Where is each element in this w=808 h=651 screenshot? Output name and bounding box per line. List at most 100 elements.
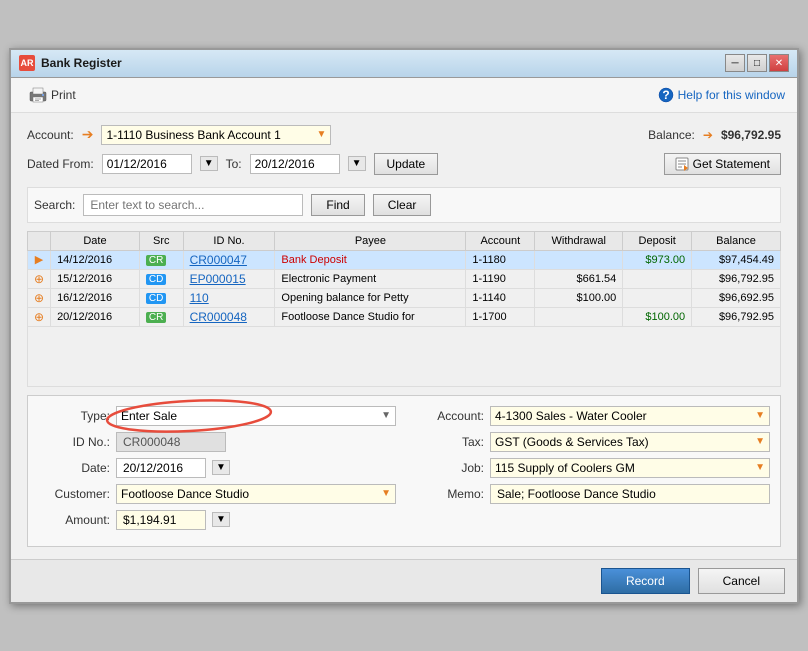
main-content: Account: ➔ 1-1110 Business Bank Account …: [11, 113, 797, 559]
record-button[interactable]: Record: [601, 568, 690, 594]
date-to-input[interactable]: [250, 154, 340, 174]
col-header-arrow: [28, 231, 51, 250]
print-icon: [29, 87, 47, 103]
type-label: Type:: [38, 409, 110, 423]
row-payee: Electronic Payment: [275, 269, 466, 288]
get-statement-button[interactable]: Get Statement: [664, 153, 781, 175]
table-row[interactable]: ⊕ 20/12/2016 CR CR000048 Footloose Dance…: [28, 307, 781, 326]
form-date-picker[interactable]: ▼: [212, 460, 230, 475]
type-value: Enter Sale: [121, 409, 381, 423]
account-select[interactable]: 1-1110 Business Bank Account 1 ▼: [101, 125, 331, 145]
id-label: ID No.:: [38, 435, 110, 449]
row-id: CR000047: [183, 250, 275, 269]
job-select[interactable]: 115 Supply of Coolers GM ▼: [490, 458, 770, 478]
row-payee: Bank Deposit: [275, 250, 466, 269]
row-arrow: ⊕: [28, 288, 51, 307]
row-balance: $97,454.49: [692, 250, 781, 269]
row-withdrawal: [535, 250, 623, 269]
row-date: 14/12/2016: [51, 250, 140, 269]
type-select[interactable]: Enter Sale ▼: [116, 406, 396, 426]
row-src: CR: [139, 307, 183, 326]
amount-dropdown[interactable]: ▼: [212, 512, 230, 527]
table-row[interactable]: ⊕ 15/12/2016 CD EP000015 Electronic Paym…: [28, 269, 781, 288]
type-row: Type: Enter Sale ▼: [38, 406, 396, 426]
row-balance: $96,692.95: [692, 288, 781, 307]
row-id: 110: [183, 288, 275, 307]
update-button[interactable]: Update: [374, 153, 439, 175]
row-payee: Footloose Dance Studio for: [275, 307, 466, 326]
customer-label: Customer:: [38, 487, 110, 501]
date-to-picker[interactable]: ▼: [348, 156, 366, 171]
toolbar-left: Print: [23, 84, 82, 106]
tax-label: Tax:: [412, 435, 484, 449]
find-button[interactable]: Find: [311, 194, 364, 216]
help-button[interactable]: ? Help for this window: [658, 87, 785, 103]
balance-label: Balance:: [648, 128, 695, 142]
account-value: 1-1110 Business Bank Account 1: [106, 128, 316, 142]
transactions-table: Date Src ID No. Payee Account Withdrawal…: [27, 231, 781, 387]
date-row: Dated From: ▼ To: ▼ Update Get Statement: [27, 153, 781, 175]
balance-arrow: ➔: [703, 128, 713, 142]
table-row[interactable]: ▶ 14/12/2016 CR CR000047 Bank Deposit 1-…: [28, 250, 781, 269]
id-input[interactable]: [116, 432, 226, 452]
window-title: Bank Register: [41, 56, 725, 70]
customer-select[interactable]: Footloose Dance Studio ▼: [116, 484, 396, 504]
col-header-withdrawal: Withdrawal: [535, 231, 623, 250]
account-label: Account:: [27, 128, 74, 142]
row-deposit: $100.00: [623, 307, 692, 326]
form-date-row: Date: ▼: [38, 458, 396, 478]
form-grid: Type: Enter Sale ▼: [38, 406, 770, 536]
table-row-empty: [28, 326, 781, 386]
job-label: Job:: [412, 461, 484, 475]
dated-from-label: Dated From:: [27, 157, 94, 171]
search-label: Search:: [34, 198, 75, 212]
form-account-select[interactable]: 4-1300 Sales - Water Cooler ▼: [490, 406, 770, 426]
row-balance: $96,792.95: [692, 307, 781, 326]
amount-row: Amount: ▼: [38, 510, 396, 530]
get-statement-icon: [675, 157, 689, 171]
account-nav-arrow[interactable]: ➔: [82, 126, 94, 143]
print-button[interactable]: Print: [23, 84, 82, 106]
col-header-account: Account: [466, 231, 535, 250]
search-input[interactable]: [83, 194, 303, 216]
row-deposit: [623, 269, 692, 288]
tax-dropdown-arrow: ▼: [755, 436, 765, 447]
cancel-button[interactable]: Cancel: [698, 568, 785, 594]
row-date: 15/12/2016: [51, 269, 140, 288]
memo-row: Memo:: [412, 484, 770, 504]
form-account-row: Account: 4-1300 Sales - Water Cooler ▼: [412, 406, 770, 426]
tax-select[interactable]: GST (Goods & Services Tax) ▼: [490, 432, 770, 452]
minimize-button[interactable]: ─: [725, 54, 745, 72]
form-right: Account: 4-1300 Sales - Water Cooler ▼ T…: [412, 406, 770, 536]
row-arrow: ⊕: [28, 307, 51, 326]
clear-button[interactable]: Clear: [373, 194, 432, 216]
row-arrow: ⊕: [28, 269, 51, 288]
col-header-payee: Payee: [275, 231, 466, 250]
form-account-label: Account:: [412, 409, 484, 423]
form-left: Type: Enter Sale ▼: [38, 406, 396, 536]
col-header-balance: Balance: [692, 231, 781, 250]
memo-label: Memo:: [412, 487, 484, 501]
job-row: Job: 115 Supply of Coolers GM ▼: [412, 458, 770, 478]
customer-dropdown-arrow: ▼: [381, 488, 391, 499]
balance-section: Balance: ➔ $96,792.95: [648, 128, 781, 142]
row-balance: $96,792.95: [692, 269, 781, 288]
table-row[interactable]: ⊕ 16/12/2016 CD 110 Opening balance for …: [28, 288, 781, 307]
memo-input[interactable]: [490, 484, 770, 504]
footer: Record Cancel: [11, 559, 797, 602]
date-from-picker[interactable]: ▼: [200, 156, 218, 171]
amount-input[interactable]: [116, 510, 206, 530]
maximize-button[interactable]: □: [747, 54, 767, 72]
row-withdrawal: $661.54: [535, 269, 623, 288]
form-date-input[interactable]: [116, 458, 206, 478]
form-account-value: 4-1300 Sales - Water Cooler: [495, 409, 755, 423]
account-dropdown-arrow: ▼: [317, 129, 327, 140]
tax-row: Tax: GST (Goods & Services Tax) ▼: [412, 432, 770, 452]
print-label: Print: [51, 88, 76, 102]
close-button[interactable]: ✕: [769, 54, 789, 72]
row-src: CD: [139, 269, 183, 288]
job-value: 115 Supply of Coolers GM: [495, 461, 755, 475]
window-icon: AR: [19, 55, 35, 71]
date-from-input[interactable]: [102, 154, 192, 174]
help-icon: ?: [658, 87, 674, 103]
